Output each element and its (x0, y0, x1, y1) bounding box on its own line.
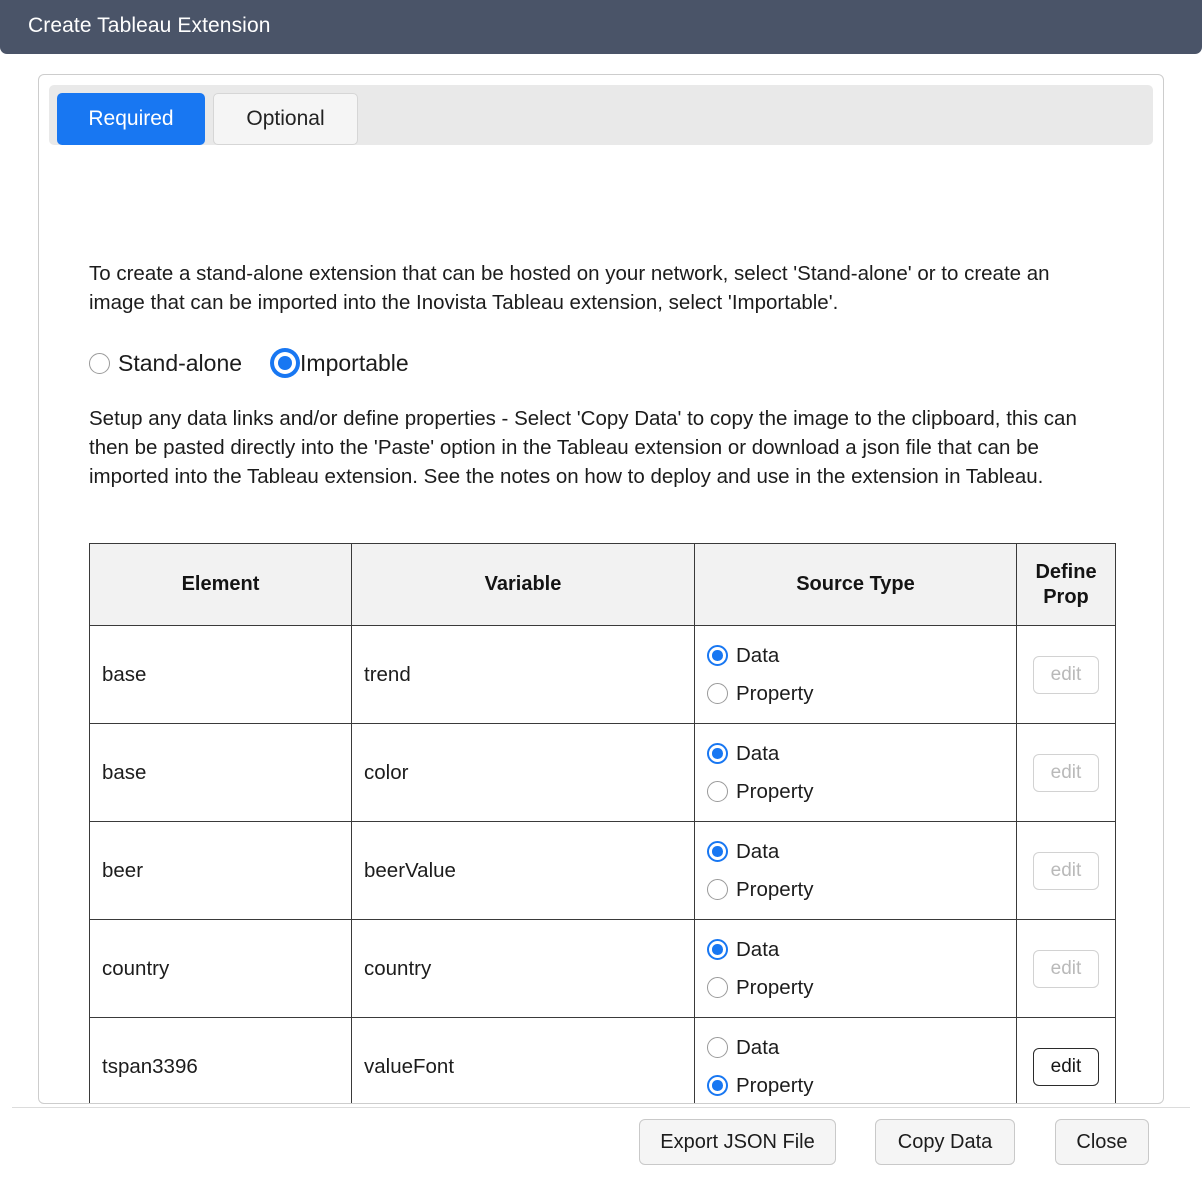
cell-element: base (89, 625, 352, 724)
cell-element: country (89, 919, 352, 1018)
source-option-property-label: Property (736, 681, 814, 705)
radio-property-icon[interactable] (707, 781, 728, 802)
cell-variable: trend (351, 625, 695, 724)
edit-property-button: edit (1033, 655, 1099, 694)
source-option-data-label: Data (736, 1035, 780, 1059)
mode-option-importable[interactable]: Importable (270, 348, 409, 378)
header-variable: Variable (351, 543, 695, 626)
cell-element: base (89, 723, 352, 822)
cell-variable: country (351, 919, 695, 1018)
header-source-type: Source Type (694, 543, 1017, 626)
table-row: beer beerValue Data Property edit (89, 821, 1116, 920)
mapping-table-body: base trend Data Property edit base color Data Pr… (89, 625, 1116, 1104)
mode-option-stand-alone[interactable]: Stand-alone (89, 350, 242, 377)
cell-define-prop: edit (1016, 919, 1116, 1018)
source-option-property[interactable]: Property (707, 773, 1004, 811)
dialog-panel: Required Optional To create a stand-alon… (38, 74, 1164, 1104)
cell-element: tspan3396 (89, 1017, 352, 1103)
cell-define-prop: edit (1016, 821, 1116, 920)
edit-property-button[interactable]: edit (1033, 1047, 1099, 1086)
tab-optional-label: Optional (246, 107, 325, 130)
source-option-property[interactable]: Property (707, 969, 1004, 1007)
cell-source-type: Data Property (694, 1017, 1017, 1104)
dialog-footer: Export JSON File Copy Data Close (0, 1119, 1202, 1181)
radio-property-icon[interactable] (707, 683, 728, 704)
cell-variable: valueFont (351, 1017, 695, 1103)
panel-scroll-body[interactable]: To create a stand-alone extension that c… (39, 155, 1163, 1104)
cell-source-type: Data Property (694, 821, 1017, 920)
source-option-data[interactable]: Data (707, 1029, 1004, 1067)
cell-variable: beerValue (351, 821, 695, 920)
source-option-property-label: Property (736, 779, 814, 803)
radio-property-selected-icon[interactable] (707, 1075, 728, 1096)
table-row: country country Data Property edit (89, 919, 1116, 1018)
mapping-table-wrapper: Element Variable Source Type Define Prop… (89, 543, 1116, 1104)
source-option-property[interactable]: Property (707, 1067, 1004, 1104)
edit-property-button: edit (1033, 949, 1099, 988)
radio-data-selected-icon[interactable] (707, 645, 728, 666)
export-json-file-button[interactable]: Export JSON File (639, 1119, 836, 1165)
radio-property-icon[interactable] (707, 879, 728, 900)
radio-data-selected-icon[interactable] (707, 841, 728, 862)
cell-source-type: Data Property (694, 625, 1017, 724)
copy-data-button[interactable]: Copy Data (875, 1119, 1015, 1165)
window-title: Create Tableau Extension (28, 14, 271, 37)
radio-data-selected-icon[interactable] (707, 743, 728, 764)
mode-option-importable-label: Importable (300, 349, 409, 376)
cell-variable: color (351, 723, 695, 822)
radio-property-icon[interactable] (707, 977, 728, 998)
cell-element: beer (89, 821, 352, 920)
radio-data-icon[interactable] (707, 1037, 728, 1058)
cell-source-type: Data Property (694, 919, 1017, 1018)
source-option-property[interactable]: Property (707, 675, 1004, 713)
tab-required[interactable]: Required (57, 93, 205, 145)
edit-property-button: edit (1033, 851, 1099, 890)
cell-define-prop: edit (1016, 723, 1116, 822)
table-header-row: Element Variable Source Type Define Prop (89, 543, 1116, 626)
tab-optional[interactable]: Optional (213, 93, 358, 145)
source-option-property-label: Property (736, 877, 814, 901)
source-option-data[interactable]: Data (707, 931, 1004, 969)
cell-source-type: Data Property (694, 723, 1017, 822)
radio-stand-alone-icon[interactable] (89, 352, 110, 374)
intro-paragraph-2: Setup any data links and/or define prope… (89, 407, 1077, 488)
source-option-data[interactable]: Data (707, 833, 1004, 871)
table-row: base color Data Property edit (89, 723, 1116, 822)
mode-option-stand-alone-label: Stand-alone (118, 349, 243, 376)
cell-define-prop: edit (1016, 625, 1116, 724)
source-option-data-label: Data (736, 839, 780, 863)
source-option-property-label: Property (736, 1073, 814, 1097)
tab-required-label: Required (88, 107, 174, 130)
radio-importable-selected-icon[interactable] (270, 348, 301, 378)
mode-radio-group: Stand-alone Importable (89, 343, 409, 383)
table-row: base trend Data Property edit (89, 625, 1116, 724)
copy-data-label: Copy Data (897, 1130, 993, 1153)
source-option-data-label: Data (736, 741, 780, 765)
table-row: tspan3396 valueFont Data Property edit (89, 1017, 1116, 1104)
source-option-data-label: Data (736, 643, 780, 667)
header-element: Element (89, 543, 352, 626)
source-option-data[interactable]: Data (707, 637, 1004, 675)
edit-property-button: edit (1033, 753, 1099, 792)
source-option-property-label: Property (736, 975, 814, 999)
close-label: Close (1076, 1130, 1128, 1153)
cell-define-prop: edit (1016, 1017, 1116, 1103)
export-json-file-label: Export JSON File (660, 1130, 815, 1153)
intro-paragraph-1: To create a stand-alone extension that c… (89, 262, 1050, 314)
header-define-prop: Define Prop (1016, 543, 1116, 626)
close-button[interactable]: Close (1055, 1119, 1149, 1165)
radio-data-selected-icon[interactable] (707, 939, 728, 960)
source-option-data[interactable]: Data (707, 735, 1004, 773)
footer-divider (12, 1107, 1190, 1108)
mapping-table: Element Variable Source Type Define Prop… (89, 543, 1116, 1104)
source-option-property[interactable]: Property (707, 871, 1004, 909)
tab-strip: Required Optional (49, 85, 1153, 145)
source-option-data-label: Data (736, 937, 780, 961)
window-titlebar: Create Tableau Extension (0, 0, 1202, 54)
